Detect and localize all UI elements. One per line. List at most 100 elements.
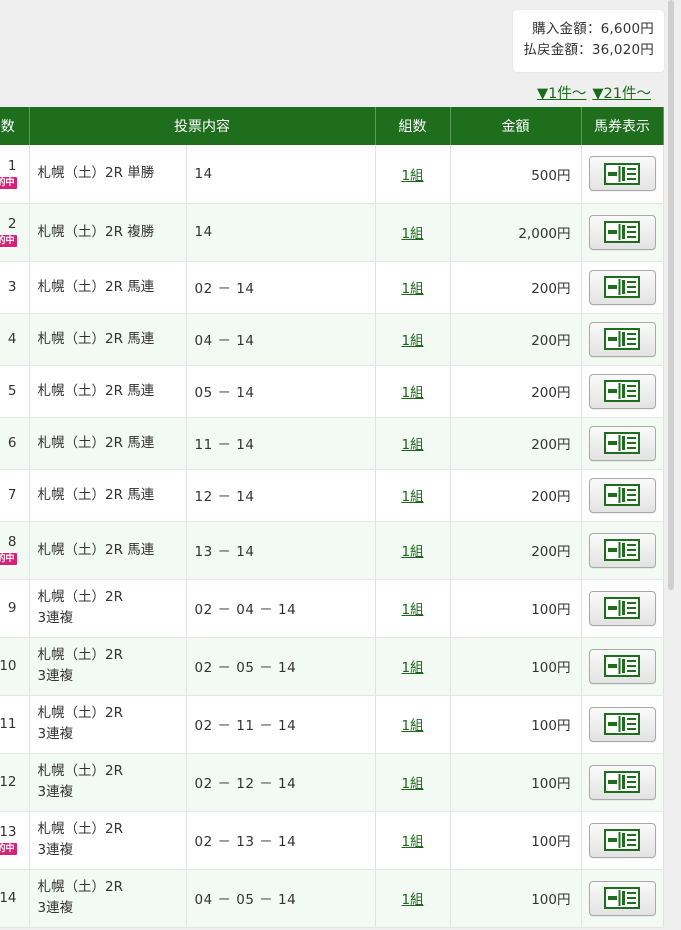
- row-number-cell: 9: [0, 579, 30, 638]
- ticket-view-button[interactable]: [588, 764, 656, 800]
- row-number-cell: 5: [0, 365, 30, 418]
- amount-cell: 500円: [450, 145, 582, 204]
- race-label: 札幌（土）2R 馬連: [37, 486, 155, 503]
- race-cell: 札幌（土）2R 馬連: [29, 417, 187, 470]
- table-row: 8 的中 札幌（土）2R 馬連 13 － 14 1組 200円: [0, 521, 664, 580]
- pager: ▼1件～ ▼21件～: [537, 82, 651, 103]
- table-row: 9 札幌（土）2R 3連複 02 － 04 － 14 1組 100円: [0, 579, 664, 638]
- combination-cell: 02 － 04 － 14: [186, 579, 376, 638]
- bet-type-label: 3連複: [37, 842, 74, 858]
- ticket-view-button[interactable]: [588, 648, 656, 684]
- kumi-link[interactable]: 1組: [401, 226, 423, 242]
- table-row: 10 札幌（土）2R 3連複 02 － 05 － 14 1組 100円: [0, 637, 664, 696]
- kumi-link[interactable]: 1組: [401, 660, 423, 676]
- kumi-link[interactable]: 1組: [401, 385, 423, 401]
- pager-link-1[interactable]: ▼1件～: [537, 82, 586, 103]
- kumi-link[interactable]: 1組: [401, 281, 423, 297]
- ticket-cell: [581, 753, 664, 812]
- amount-cell: 200円: [450, 365, 582, 418]
- combination-cell: 13 － 14: [186, 521, 376, 580]
- table-header-row: 件数 投票内容 組数 金額 馬券表示: [0, 107, 664, 145]
- ticket-cell: [581, 145, 664, 204]
- kumi-cell: 1組: [375, 469, 451, 522]
- scrollbar[interactable]: [668, 0, 674, 590]
- kumi-cell: 1組: [375, 313, 451, 366]
- ticket-icon: [604, 713, 640, 735]
- row-number-cell: 11: [0, 695, 30, 754]
- row-number: 10: [0, 657, 17, 674]
- kumi-link[interactable]: 1組: [401, 333, 423, 349]
- ticket-view-button[interactable]: [588, 880, 656, 916]
- row-number-cell: 13 的中: [0, 811, 30, 870]
- combination-cell: 04 － 05 － 14: [186, 869, 376, 928]
- hit-badge: 的中: [0, 234, 17, 247]
- ticket-cell: [581, 417, 664, 470]
- kumi-link[interactable]: 1組: [401, 602, 423, 618]
- ticket-view-button[interactable]: [588, 477, 656, 513]
- col-header-kumi: 組数: [375, 107, 451, 145]
- combination-cell: 11 － 14: [186, 417, 376, 470]
- ticket-icon: [604, 887, 640, 909]
- ticket-view-button[interactable]: [588, 269, 656, 305]
- ticket-icon: [604, 221, 640, 243]
- row-number-cell: 2 的中: [0, 203, 30, 262]
- table-row: 14 札幌（土）2R 3連複 04 － 05 － 14 1組 100円: [0, 869, 664, 928]
- row-number: 8: [7, 534, 17, 551]
- bet-type-label: 3連複: [37, 726, 74, 742]
- kumi-cell: 1組: [375, 417, 451, 470]
- kumi-cell: 1組: [375, 579, 451, 638]
- row-number: 1: [7, 157, 17, 174]
- kumi-link[interactable]: 1組: [401, 168, 423, 184]
- race-cell: 札幌（土）2R 馬連: [29, 313, 187, 366]
- kumi-cell: 1組: [375, 365, 451, 418]
- race-label: 札幌（土）2R 馬連: [37, 330, 155, 347]
- ticket-view-button[interactable]: [588, 214, 656, 250]
- ticket-view-button[interactable]: [588, 706, 656, 742]
- row-number: 4: [7, 330, 17, 347]
- race-label: 札幌（土）2R: [37, 589, 123, 605]
- kumi-link[interactable]: 1組: [401, 718, 423, 734]
- pager-link-21[interactable]: ▼21件～: [592, 82, 651, 103]
- kumi-cell: 1組: [375, 811, 451, 870]
- ticket-cell: [581, 811, 664, 870]
- ticket-cell: [581, 469, 664, 522]
- combination-cell: 02 － 11 － 14: [186, 695, 376, 754]
- ticket-view-button[interactable]: [588, 321, 656, 357]
- ticket-cell: [581, 695, 664, 754]
- ticket-view-button[interactable]: [588, 822, 656, 858]
- combination-cell: 02 － 13 － 14: [186, 811, 376, 870]
- race-cell: 札幌（土）2R 3連複: [29, 753, 187, 812]
- race-label: 札幌（土）2R: [37, 647, 123, 663]
- ticket-icon: [604, 597, 640, 619]
- kumi-link[interactable]: 1組: [401, 834, 423, 850]
- kumi-cell: 1組: [375, 869, 451, 928]
- kumi-link[interactable]: 1組: [401, 437, 423, 453]
- ticket-view-button[interactable]: [588, 373, 656, 409]
- ticket-view-button[interactable]: [588, 532, 656, 568]
- ticket-icon: [604, 655, 640, 677]
- col-header-content: 投票内容: [29, 107, 376, 145]
- race-label: 札幌（土）2R: [37, 705, 123, 721]
- ticket-view-button[interactable]: [588, 590, 656, 626]
- combination-cell: 04 － 14: [186, 313, 376, 366]
- kumi-cell: 1組: [375, 695, 451, 754]
- race-label: 札幌（土）2R: [37, 821, 123, 837]
- row-number-cell: 12: [0, 753, 30, 812]
- race-label: 札幌（土）2R 馬連: [37, 541, 155, 558]
- kumi-link[interactable]: 1組: [401, 489, 423, 505]
- ticket-view-button[interactable]: [588, 156, 656, 192]
- ticket-icon: [604, 484, 640, 506]
- race-cell: 札幌（土）2R 3連複: [29, 637, 187, 696]
- hit-badge: 的中: [0, 176, 17, 189]
- amount-cell: 200円: [450, 417, 582, 470]
- kumi-link[interactable]: 1組: [401, 892, 423, 908]
- amount-cell: 100円: [450, 869, 582, 928]
- kumi-link[interactable]: 1組: [401, 776, 423, 792]
- kumi-cell: 1組: [375, 261, 451, 314]
- kumi-cell: 1組: [375, 203, 451, 262]
- kumi-link[interactable]: 1組: [401, 544, 423, 560]
- amount-cell: 100円: [450, 579, 582, 638]
- race-label: 札幌（土）2R 単勝: [37, 165, 155, 182]
- race-label: 札幌（土）2R: [37, 763, 123, 779]
- ticket-view-button[interactable]: [588, 425, 656, 461]
